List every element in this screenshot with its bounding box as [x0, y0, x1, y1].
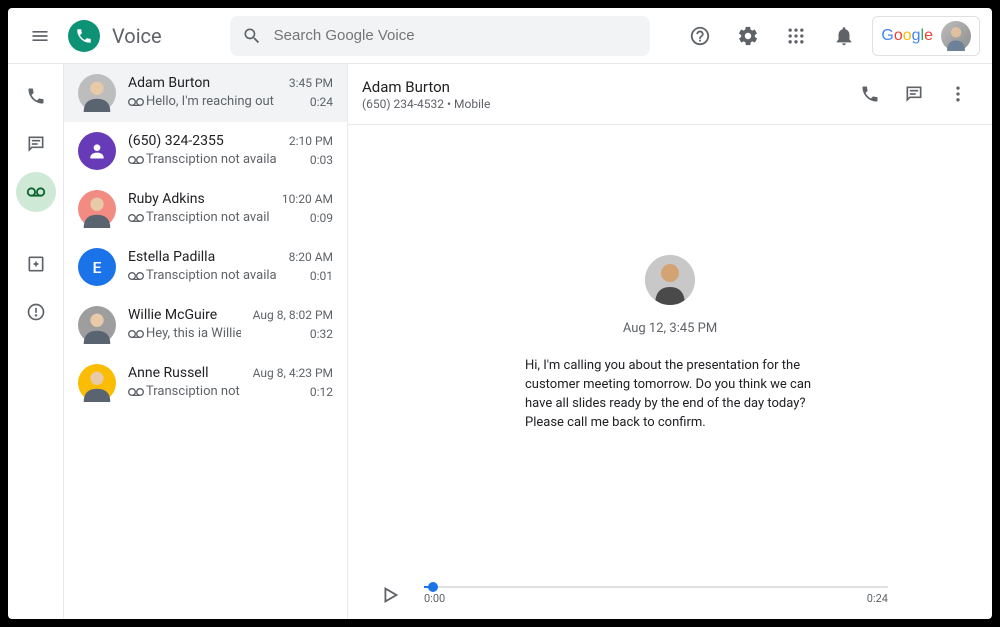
- detail-contact-name: Adam Burton: [362, 78, 850, 96]
- voicemail-time: Aug 8, 8:02 PM: [253, 306, 333, 324]
- message-date: Aug 12, 3:45 PM: [623, 321, 717, 336]
- voicemail-preview: Transciption not available: [128, 151, 277, 169]
- voicemail-item[interactable]: Ruby Adkins Transciption not available 1…: [64, 180, 347, 238]
- voicemail-icon: [128, 271, 142, 281]
- rail-spam[interactable]: [16, 292, 56, 332]
- voicemail-name: (650) 324-2355: [128, 132, 277, 150]
- more-options-button[interactable]: [938, 74, 978, 114]
- seek-bar[interactable]: [424, 586, 888, 588]
- voicemail-time: 3:45 PM: [289, 74, 333, 92]
- detail-avatar: [645, 255, 695, 305]
- voicemail-item[interactable]: E Estella Padilla Transciption not avail…: [64, 238, 347, 296]
- voicemail-icon: [128, 155, 142, 165]
- menu-button[interactable]: [20, 16, 60, 56]
- audio-player: 0:00 0:24: [348, 571, 992, 619]
- app-header: Voice Google: [8, 8, 992, 64]
- voicemail-time: 10:20 AM: [282, 190, 333, 208]
- current-time: 0:00: [424, 592, 445, 605]
- contact-avatar-photo: [78, 190, 116, 228]
- account-switcher[interactable]: Google: [872, 16, 980, 56]
- call-back-button[interactable]: [850, 74, 890, 114]
- rail-messages[interactable]: [16, 124, 56, 164]
- voicemail-name: Adam Burton: [128, 74, 277, 92]
- voicemail-item[interactable]: (650) 324-2355 Transciption not availabl…: [64, 122, 347, 180]
- voicemail-duration: 0:03: [289, 151, 333, 169]
- voicemail-time: 8:20 AM: [289, 248, 333, 266]
- voicemail-icon: [128, 329, 142, 339]
- voicemail-preview: Hey, this ia Willie calling ...: [128, 325, 241, 343]
- voicemail-preview: Transciption not available: [128, 383, 241, 401]
- voicemail-list: Adam Burton Hello, I'm reaching out to..…: [64, 64, 348, 619]
- voicemail-name: Anne Russell: [128, 364, 241, 382]
- google-logo-text: Google: [881, 27, 933, 45]
- voicemail-name: Willie McGuire: [128, 306, 241, 324]
- voicemail-icon: [128, 387, 142, 397]
- contact-avatar-photo: [78, 74, 116, 112]
- contact-avatar-photo: [78, 306, 116, 344]
- send-message-button[interactable]: [894, 74, 934, 114]
- apps-button[interactable]: [776, 16, 816, 56]
- contact-avatar-icon: [78, 132, 116, 170]
- voicemail-name: Estella Padilla: [128, 248, 277, 266]
- voicemail-item[interactable]: Adam Burton Hello, I'm reaching out to..…: [64, 64, 347, 122]
- search-box[interactable]: [230, 16, 650, 56]
- contact-avatar-letter: E: [78, 248, 116, 286]
- play-button[interactable]: [372, 577, 408, 613]
- total-time: 0:24: [867, 592, 888, 605]
- contact-avatar-photo: [78, 364, 116, 402]
- search-input[interactable]: [274, 27, 638, 44]
- voicemail-duration: 0:32: [253, 325, 333, 343]
- transcript-text: Hi, I'm calling you about the presentati…: [525, 356, 815, 432]
- voicemail-time: 2:10 PM: [289, 132, 333, 150]
- voicemail-duration: 0:12: [253, 383, 333, 401]
- voicemail-preview: Hello, I'm reaching out to...: [128, 93, 277, 111]
- detail-contact-info: (650) 234-4532 • Mobile: [362, 97, 850, 111]
- voicemail-duration: 0:01: [289, 267, 333, 285]
- voicemail-icon: [128, 213, 142, 223]
- notifications-button[interactable]: [824, 16, 864, 56]
- voicemail-preview: Transciption not available: [128, 209, 270, 227]
- rail-voicemail[interactable]: [16, 172, 56, 212]
- help-button[interactable]: [680, 16, 720, 56]
- app-title: Voice: [112, 24, 162, 48]
- voicemail-duration: 0:24: [289, 93, 333, 111]
- voicemail-duration: 0:09: [282, 209, 333, 227]
- navigation-rail: [8, 64, 64, 619]
- voicemail-item[interactable]: Willie McGuire Hey, this ia Willie calli…: [64, 296, 347, 354]
- account-avatar: [941, 21, 971, 51]
- settings-button[interactable]: [728, 16, 768, 56]
- voice-logo-icon: [68, 20, 100, 52]
- detail-header: Adam Burton (650) 234-4532 • Mobile: [348, 64, 992, 125]
- voicemail-time: Aug 8, 4:23 PM: [253, 364, 333, 382]
- voicemail-item[interactable]: Anne Russell Transciption not available …: [64, 354, 347, 412]
- voicemail-name: Ruby Adkins: [128, 190, 270, 208]
- search-icon: [242, 26, 262, 46]
- voicemail-preview: Transciption not available: [128, 267, 277, 285]
- voicemail-icon: [128, 97, 142, 107]
- rail-archive[interactable]: [16, 244, 56, 284]
- voicemail-detail: Adam Burton (650) 234-4532 • Mobile: [348, 64, 992, 619]
- rail-calls[interactable]: [16, 76, 56, 116]
